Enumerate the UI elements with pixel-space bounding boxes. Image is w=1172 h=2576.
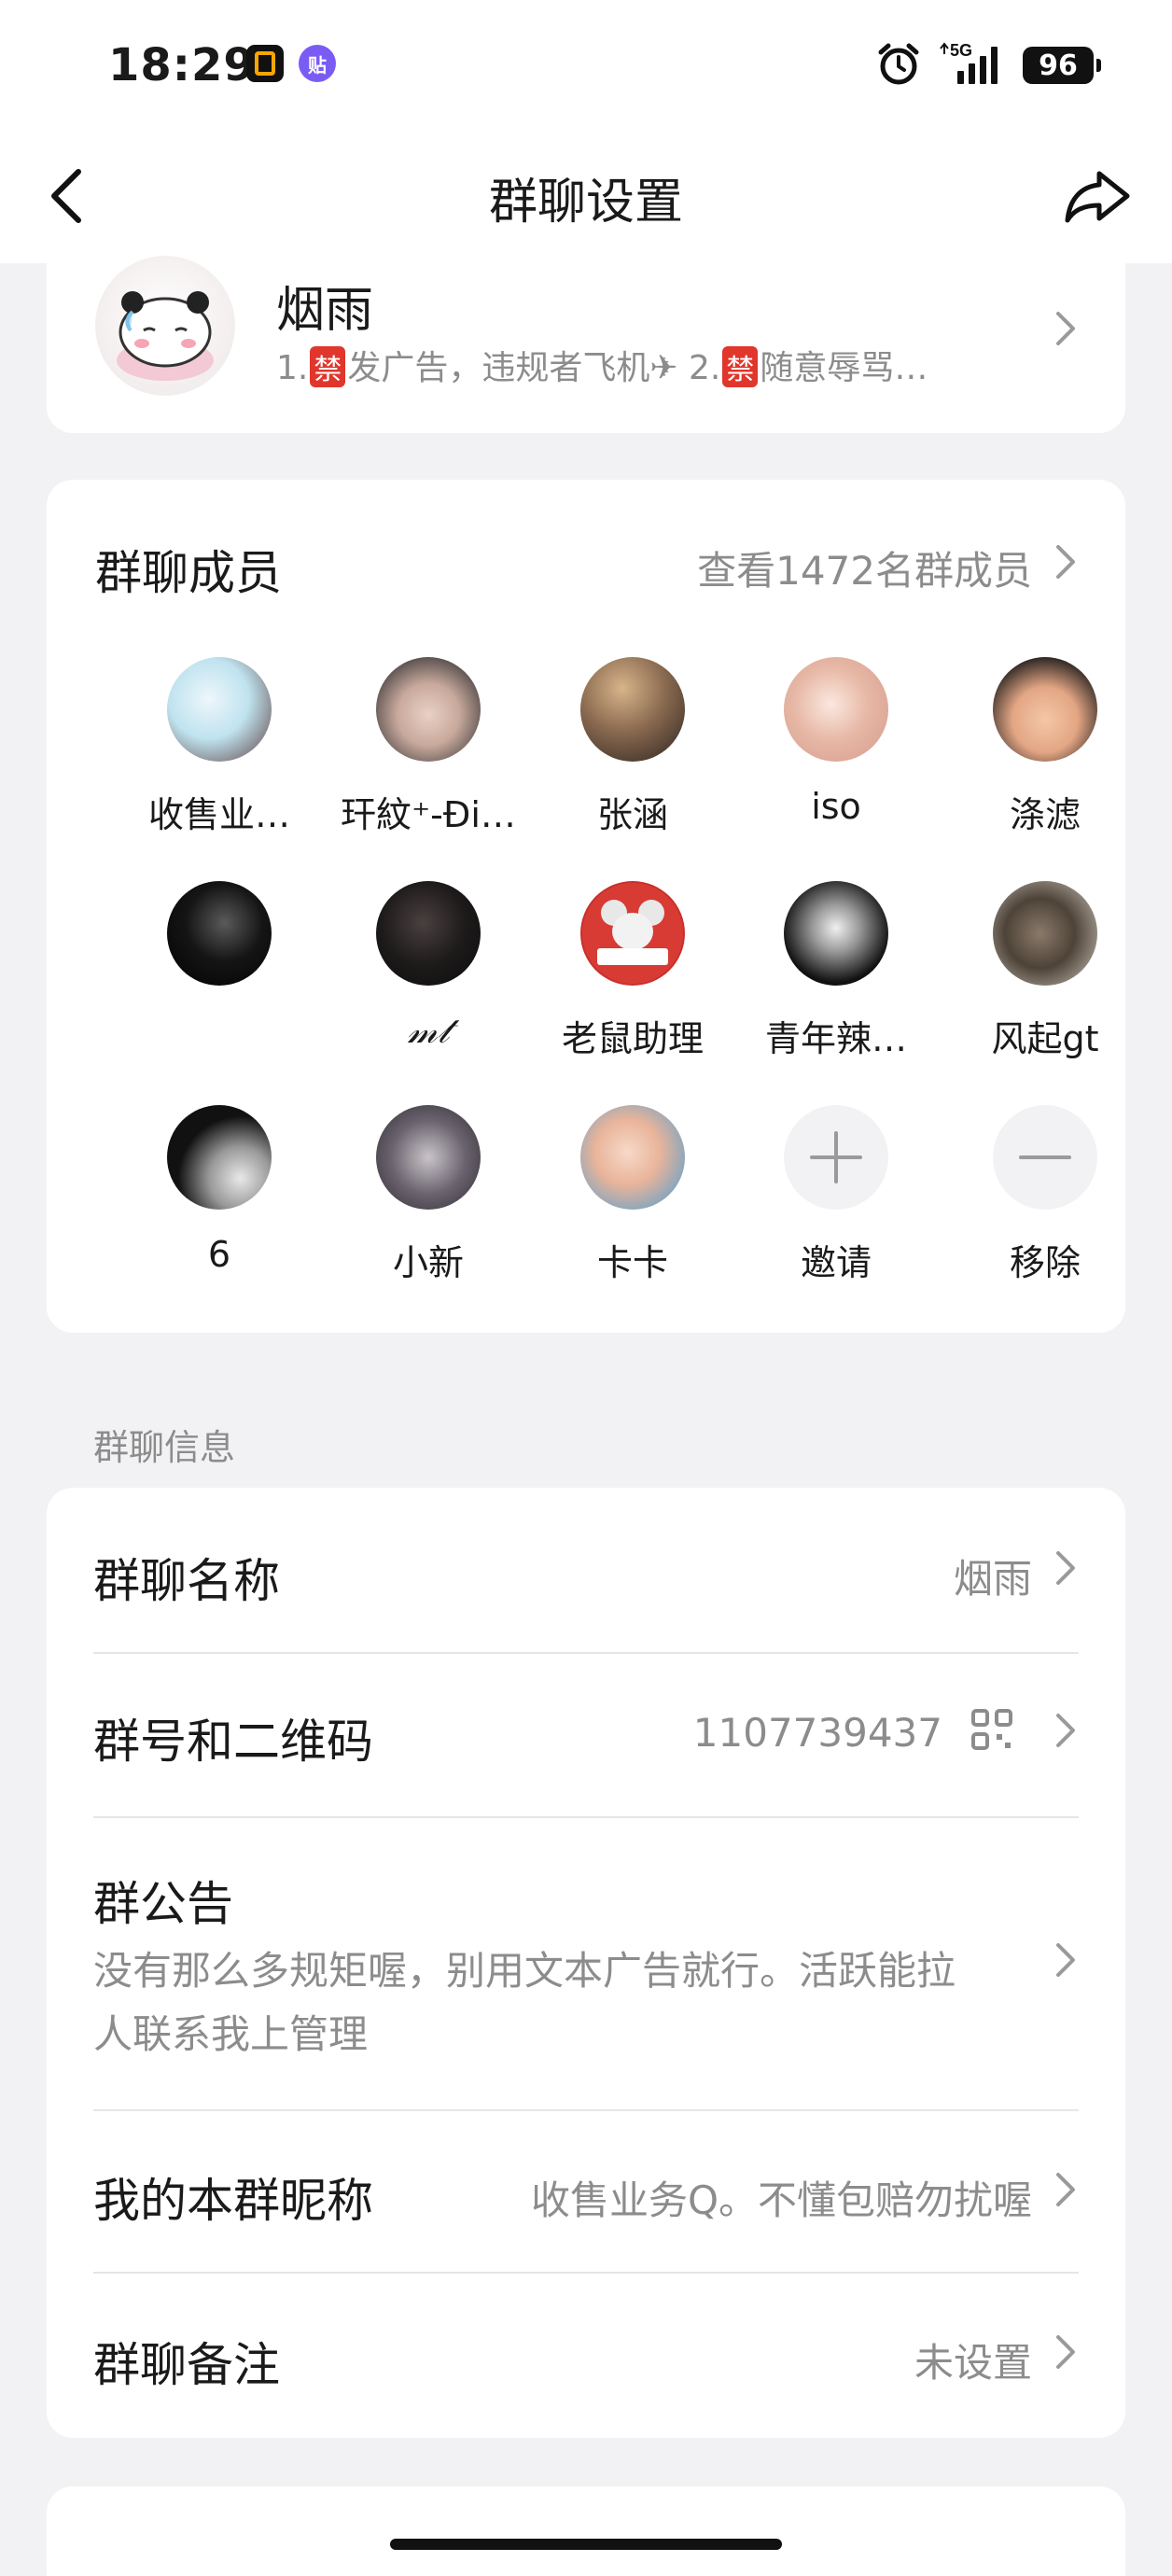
- member-avatar: [580, 881, 685, 986]
- row-value: 烟雨: [953, 1556, 1032, 1602]
- view-all-members-link[interactable]: 查看1472名群成员: [697, 539, 1032, 596]
- member-item[interactable]: 张涵: [530, 657, 735, 837]
- member-avatar: [993, 881, 1097, 986]
- group-desc-part: 2.: [677, 349, 721, 387]
- group-id-qr-row[interactable]: 群号和二维码 1107739437: [93, 1654, 1079, 1816]
- member-item[interactable]: 老鼠助理: [530, 881, 735, 1061]
- battery-indicator: 96: [1023, 47, 1101, 84]
- row-label: 群聊名称: [93, 1554, 280, 1608]
- my-group-nickname-row[interactable]: 我的本群昵称 收售业务Q。不懂包赔勿扰喔: [93, 2111, 1079, 2272]
- member-item[interactable]: iso: [733, 657, 939, 827]
- invite-member-button[interactable]: 邀请: [733, 1105, 939, 1285]
- member-item[interactable]: 风起gt: [942, 881, 1148, 1061]
- member-name: 涤滤: [1009, 794, 1081, 835]
- member-item[interactable]: 小新: [326, 1105, 531, 1285]
- group-desc-part: 1.: [276, 349, 309, 387]
- member-name: 𝓂𝓉: [407, 1010, 450, 1051]
- chevron-right-icon: [1056, 1714, 1075, 1747]
- member-name: 收售业…: [147, 794, 290, 835]
- chevron-right-icon[interactable]: [1051, 541, 1079, 582]
- airplane-emoji: ✈: [649, 349, 678, 387]
- row-label: 我的本群昵称: [93, 2174, 373, 2228]
- group-notice-row[interactable]: 群公告 没有那么多规矩喔，别用文本广告就行。活跃能拉 人联系我上管理: [93, 1818, 1079, 2109]
- notice-line: 没有那么多规矩喔，别用文本广告就行。活跃能拉: [93, 1948, 956, 1994]
- group-info-section-label: 群聊信息: [93, 1427, 236, 1468]
- member-avatar: [376, 1105, 481, 1210]
- member-name: 6: [207, 1234, 231, 1275]
- remove-label: 移除: [1009, 1242, 1081, 1283]
- minus-icon: [993, 1105, 1097, 1210]
- member-name: 玕紋⁺-Đi…: [341, 794, 516, 835]
- notification-app-icon: [246, 45, 284, 82]
- notification-tieba-icon: 贴: [299, 45, 336, 82]
- member-name: 老鼠助理: [561, 1018, 704, 1059]
- notice-content: 没有那么多规矩喔，别用文本广告就行。活跃能拉 人联系我上管理: [93, 1939, 1026, 2066]
- member-avatar: [784, 657, 888, 762]
- chevron-right-icon: [1056, 1943, 1075, 1977]
- row-value: 未设置: [914, 2340, 1032, 2386]
- group-settings-screen: 18:29 贴 5G 96 群聊设置 烟雨 1. 禁 发广告，违规者飞机✈ 2.…: [0, 0, 1172, 2576]
- member-avatar: [376, 657, 481, 762]
- group-name: 烟雨: [276, 283, 374, 339]
- row-label: 群公告: [93, 1877, 233, 1931]
- row-label: 群聊备注: [93, 2338, 280, 2392]
- chevron-right-icon: [1056, 1551, 1075, 1585]
- members-title: 群聊成员: [95, 546, 282, 600]
- group-desc-part: 随意辱骂…: [760, 349, 928, 387]
- member-name: 风起gt: [991, 1018, 1099, 1059]
- group-description: 1. 禁发广告，违规者飞机✈ 2. 禁随意辱骂…: [276, 341, 928, 389]
- member-avatar: [993, 657, 1097, 762]
- member-item[interactable]: 6: [117, 1105, 322, 1275]
- member-name: 小新: [392, 1242, 464, 1283]
- member-item[interactable]: 卡卡: [530, 1105, 735, 1285]
- group-desc-part: 发广告，违规者飞机: [347, 349, 650, 387]
- member-name: iso: [811, 786, 861, 827]
- svg-text:5G: 5G: [950, 41, 972, 60]
- group-remark-row[interactable]: 群聊备注 未设置: [93, 2274, 1079, 2438]
- member-avatar: [167, 657, 272, 762]
- member-avatar: [784, 881, 888, 986]
- plus-icon: [784, 1105, 888, 1210]
- next-settings-card: [47, 2486, 1125, 2576]
- group-id-value: 1107739437: [692, 1710, 942, 1756]
- group-avatar: [95, 256, 235, 396]
- cellular-signal-icon: 5G: [940, 41, 998, 84]
- chevron-right-icon: [1056, 2173, 1075, 2206]
- remove-member-button[interactable]: 移除: [942, 1105, 1148, 1285]
- member-item[interactable]: 青年辣…: [733, 881, 939, 1061]
- group-name-row[interactable]: 群聊名称 烟雨: [93, 1488, 1079, 1652]
- status-bar: 18:29 贴 5G 96: [0, 0, 1172, 131]
- row-label: 群号和二维码: [93, 1715, 373, 1769]
- member-item[interactable]: [117, 881, 322, 1010]
- member-item[interactable]: 玕紋⁺-Đi…: [326, 657, 531, 837]
- member-item[interactable]: 收售业…: [117, 657, 322, 837]
- ban-badge: 禁: [722, 346, 759, 387]
- notice-line: 人联系我上管理: [93, 2011, 369, 2057]
- invite-label: 邀请: [800, 1242, 872, 1283]
- member-name: 青年辣…: [764, 1018, 907, 1059]
- page-title: 群聊设置: [488, 175, 683, 231]
- row-value: 收售业务Q。不懂包赔勿扰喔: [530, 2177, 1032, 2223]
- member-item[interactable]: 涤滤: [942, 657, 1148, 837]
- status-time: 18:29: [108, 39, 256, 91]
- members-card: 群聊成员 查看1472名群成员 收售业… 玕紋⁺-Đi… 张涵 iso 涤滤 𝓂…: [47, 480, 1125, 1333]
- ban-badge: 禁: [310, 346, 346, 387]
- member-item[interactable]: 𝓂𝓉: [326, 881, 531, 1052]
- member-name: 张涵: [596, 794, 668, 835]
- share-icon[interactable]: [1060, 159, 1135, 233]
- alarm-icon: [878, 43, 919, 85]
- member-avatar: [376, 881, 481, 986]
- member-avatar: [167, 881, 272, 986]
- member-name: 卡卡: [596, 1242, 668, 1283]
- member-avatar: [167, 1105, 272, 1210]
- member-avatar: [580, 1105, 685, 1210]
- group-info-card: 群聊名称 烟雨 群号和二维码 1107739437 群公告 没有那么多规矩喔，别…: [47, 1488, 1125, 2438]
- group-profile-card[interactable]: 烟雨 1. 禁发广告，违规者飞机✈ 2. 禁随意辱骂…: [47, 233, 1125, 433]
- chevron-right-icon: [1056, 2335, 1075, 2369]
- qr-code-icon: [971, 1709, 1012, 1750]
- member-avatar: [580, 657, 685, 762]
- chevron-right-icon: [1056, 312, 1075, 345]
- home-indicator[interactable]: [390, 2539, 782, 2550]
